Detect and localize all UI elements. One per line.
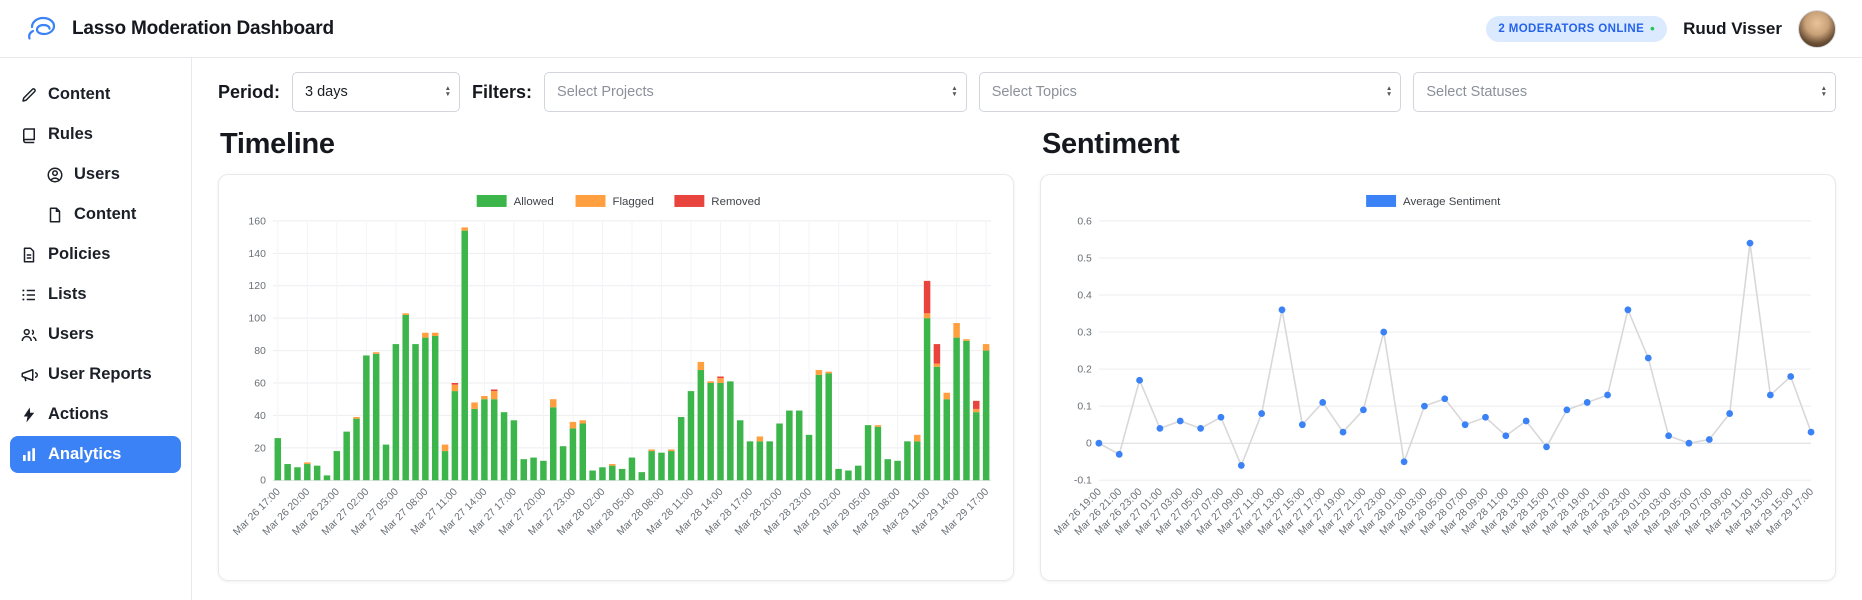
svg-text:80: 80 <box>254 346 266 357</box>
sidebar-item-label: Analytics <box>48 445 121 464</box>
sidebar-item-user-reports[interactable]: User Reports <box>10 356 181 393</box>
sentiment-card: -0.100.10.20.30.40.50.6Mar 26 19:00Mar 2… <box>1040 174 1836 581</box>
main-content: Period: 3 days ▲▼ Filters: Select Projec… <box>192 58 1862 600</box>
svg-text:40: 40 <box>254 411 266 422</box>
period-label: Period: <box>218 82 280 103</box>
projects-select-wrap: Select Projects ▲▼ <box>544 72 967 112</box>
user-circle-icon <box>46 166 64 184</box>
sidebar-item-policies[interactable]: Policies <box>10 236 181 273</box>
svg-text:0.3: 0.3 <box>1077 328 1092 339</box>
filters-row: Period: 3 days ▲▼ Filters: Select Projec… <box>218 72 1836 112</box>
sidebar-item-label: Content <box>48 85 110 104</box>
pencil-icon <box>20 86 38 104</box>
sidebar-item-label: Content <box>74 205 136 224</box>
legend-item-removed[interactable]: Removed <box>674 195 760 208</box>
sidebar-item-label: User Reports <box>48 365 152 384</box>
sidebar-item-label: Rules <box>48 125 93 144</box>
sidebar-item-rules[interactable]: Rules <box>10 116 181 153</box>
document-icon <box>20 246 38 264</box>
period-select[interactable]: 3 days <box>292 72 460 112</box>
sentiment-chart[interactable]: -0.100.10.20.30.40.50.6Mar 26 19:00Mar 2… <box>1049 187 1827 576</box>
svg-text:100: 100 <box>248 314 266 325</box>
legend-item-allowed[interactable]: Allowed <box>477 195 554 208</box>
svg-text:Allowed: Allowed <box>514 196 554 208</box>
statuses-filter-select[interactable]: Select Statuses <box>1413 72 1836 112</box>
sidebar-item-analytics[interactable]: Analytics <box>10 436 181 473</box>
sidebar-item-label: Users <box>48 325 94 344</box>
sidebar-item-actions[interactable]: Actions <box>10 396 181 433</box>
svg-text:0.5: 0.5 <box>1077 253 1092 264</box>
sidebar-item-content[interactable]: Content <box>10 76 181 113</box>
filters-label: Filters: <box>472 82 532 103</box>
chart-legend: Allowed Flagged Removed <box>477 195 761 208</box>
sidebar-item-label: Policies <box>48 245 110 264</box>
sentiment-title: Sentiment <box>1042 128 1836 161</box>
sidebar-item-label: Lists <box>48 285 87 304</box>
svg-text:Flagged: Flagged <box>612 196 653 208</box>
sidebar-item-label: Users <box>74 165 120 184</box>
lasso-logo-icon[interactable] <box>26 14 60 44</box>
moderators-online-badge: 2 MODERATORS ONLINE • <box>1486 16 1667 42</box>
svg-text:140: 140 <box>248 249 266 260</box>
sidebar-item-users[interactable]: Users <box>36 156 181 193</box>
timeline-chart[interactable]: 020406080100120140160Mar 26 17:00Mar 26 … <box>227 187 1005 576</box>
bar-chart-icon <box>20 446 38 464</box>
svg-text:120: 120 <box>248 281 266 292</box>
sidebar-item-lists[interactable]: Lists <box>10 276 181 313</box>
svg-text:0: 0 <box>260 476 266 487</box>
sidebar-item-label: Actions <box>48 405 109 424</box>
moderators-online-text: 2 MODERATORS ONLINE <box>1498 23 1644 35</box>
legend-item-average-sentiment[interactable]: Average Sentiment <box>1366 195 1501 208</box>
legend-item-flagged[interactable]: Flagged <box>576 195 654 208</box>
svg-text:0.1: 0.1 <box>1077 402 1092 413</box>
timeline-title: Timeline <box>220 128 1014 161</box>
list-icon <box>20 286 38 304</box>
svg-text:-0.1: -0.1 <box>1074 476 1092 487</box>
app-header: Lasso Moderation Dashboard 2 MODERATORS … <box>0 0 1862 58</box>
svg-text:20: 20 <box>254 443 266 454</box>
svg-text:160: 160 <box>248 216 266 227</box>
svg-text:Average Sentiment: Average Sentiment <box>1403 196 1501 208</box>
svg-text:Removed: Removed <box>711 196 760 208</box>
sidebar-item-content[interactable]: Content <box>36 196 181 233</box>
book-icon <box>20 126 38 144</box>
file-icon <box>46 206 64 224</box>
timeline-section: Timeline 020406080100120140160Mar 26 17:… <box>218 114 1014 581</box>
bolt-icon <box>20 406 38 424</box>
svg-text:0.6: 0.6 <box>1077 216 1092 227</box>
online-status-dot: • <box>1650 24 1655 34</box>
user-avatar[interactable] <box>1798 10 1836 48</box>
topics-select-wrap: Select Topics ▲▼ <box>979 72 1402 112</box>
sidebar-item-users[interactable]: Users <box>10 316 181 353</box>
statuses-select-wrap: Select Statuses ▲▼ <box>1413 72 1836 112</box>
svg-text:0.4: 0.4 <box>1077 290 1092 301</box>
user-name[interactable]: Ruud Visser <box>1683 19 1782 39</box>
svg-text:60: 60 <box>254 378 266 389</box>
sentiment-section: Sentiment -0.100.10.20.30.40.50.6Mar 26 … <box>1040 114 1836 581</box>
sidebar-nav-list: Content Rules Users Content Policies Lists Use… <box>10 76 181 473</box>
sidebar: Content Rules Users Content Policies Lists Use… <box>0 58 192 600</box>
period-select-wrap: 3 days ▲▼ <box>292 72 460 112</box>
svg-text:0.2: 0.2 <box>1077 365 1092 376</box>
chart-legend: Average Sentiment <box>1366 195 1501 208</box>
svg-text:0: 0 <box>1086 439 1092 450</box>
topics-filter-select[interactable]: Select Topics <box>979 72 1402 112</box>
projects-filter-select[interactable]: Select Projects <box>544 72 967 112</box>
users-icon <box>20 326 38 344</box>
timeline-card: 020406080100120140160Mar 26 17:00Mar 26 … <box>218 174 1014 581</box>
megaphone-icon <box>20 366 38 384</box>
app-title: Lasso Moderation Dashboard <box>72 18 334 40</box>
